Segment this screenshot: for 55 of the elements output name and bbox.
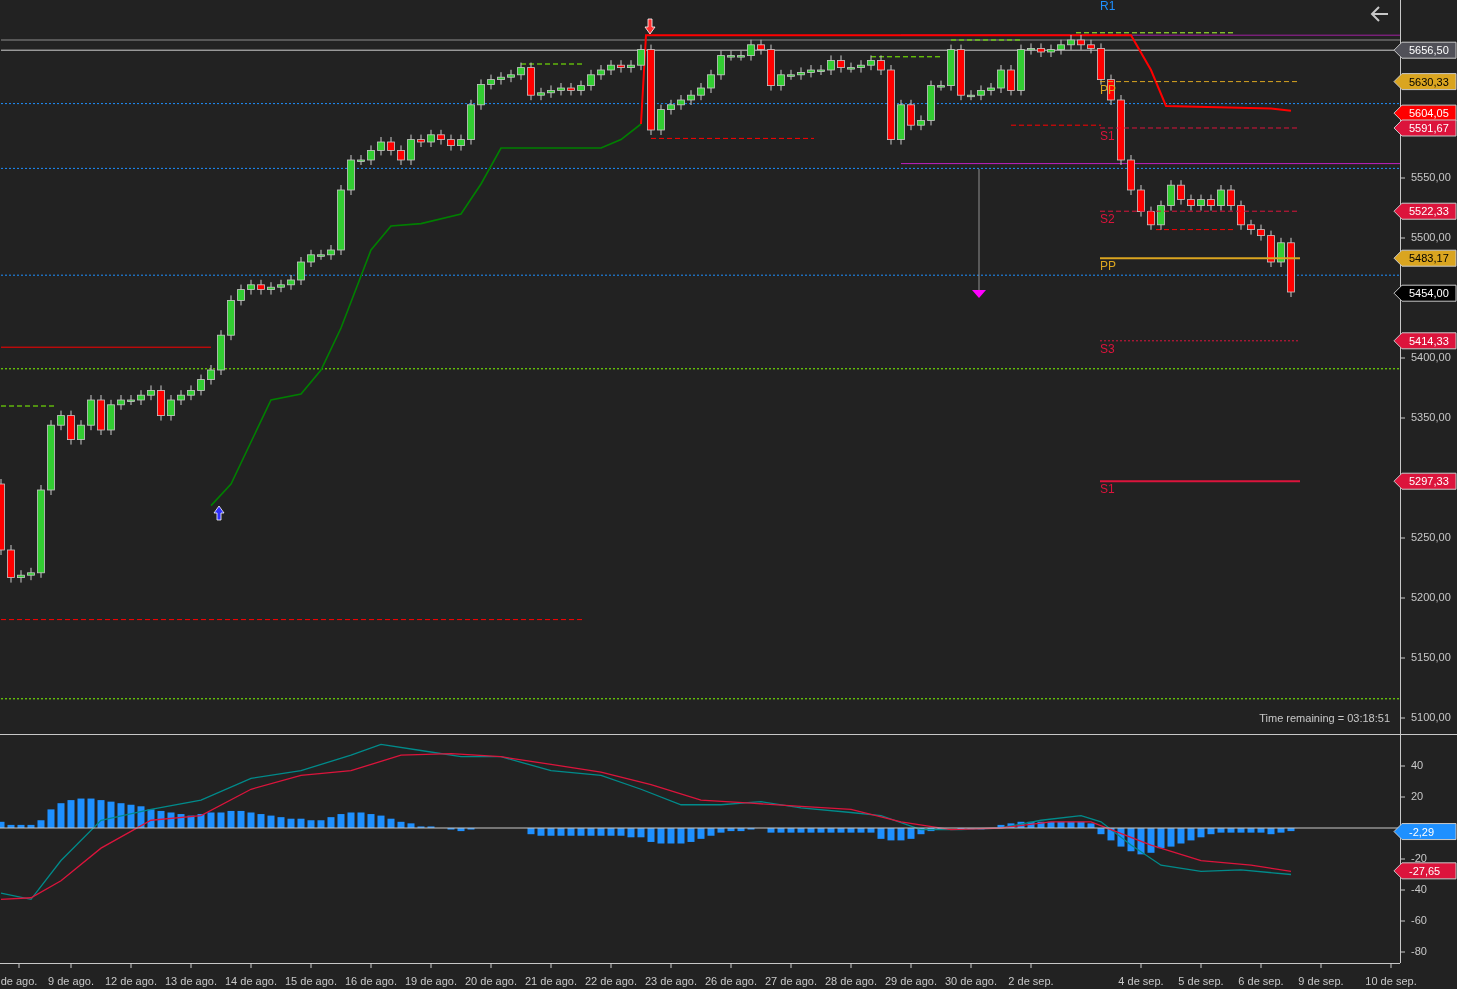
date-label: 4 de sep. [1118,975,1164,987]
axis-label: 5400,00 [1411,351,1451,363]
pivot-label: PP [1100,259,1116,274]
date-label: 16 de ago. [345,975,397,987]
date-label: 20 de ago. [465,975,517,987]
date-label: 9 de sep. [1298,975,1344,987]
date-label: 19 de ago. [405,975,457,987]
axis-label: -60 [1411,914,1427,926]
price-tag: -27,65 [1393,862,1457,880]
date-label: de ago. [0,975,38,987]
axis-label: -40 [1411,883,1427,895]
price-tag: 5414,33 [1393,332,1457,350]
price-tag: -2,29 [1393,823,1457,841]
date-label: 21 de ago. [525,975,577,987]
date-label: 6 de sep. [1238,975,1284,987]
date-label: 15 de ago. [285,975,337,987]
axis-label: 5150,00 [1411,651,1451,663]
axis-label: 5350,00 [1411,411,1451,423]
pivot-label: S1 [1100,482,1115,497]
date-label: 9 de ago. [48,975,94,987]
price-tag: 5483,17 [1393,249,1457,267]
price-tag: 5656,50 [1393,41,1457,59]
price-tag: 5454,00 [1393,284,1457,302]
pivot-label: PP [1100,82,1116,97]
date-label: 5 de sep. [1178,975,1224,987]
time-remaining-text: Time remaining = 03:18:51 [1259,712,1390,724]
date-label: 26 de ago. [705,975,757,987]
date-label: 30 de ago. [945,975,997,987]
pivot-label: S1 [1100,129,1115,143]
date-label: 12 de ago. [105,975,157,987]
date-label: 27 de ago. [765,975,817,987]
axis-label: 5250,00 [1411,531,1451,543]
axis-label: 5100,00 [1411,711,1451,723]
pivot-label: S3 [1100,341,1115,356]
date-label: 23 de ago. [645,975,697,987]
axis-label: 5200,00 [1411,591,1451,603]
price-tag: 5522,33 [1393,202,1457,220]
date-label: 2 de sep. [1008,975,1054,987]
pivot-label: S2 [1100,212,1115,227]
date-label: 29 de ago. [885,975,937,987]
date-label: 14 de ago. [225,975,277,987]
price-tag: 5630,33 [1393,73,1457,91]
axis-label: -80 [1411,945,1427,957]
axis-label: 5550,00 [1411,171,1451,183]
price-tag: 5297,33 [1393,472,1457,490]
price-tag: 5591,67 [1393,119,1457,137]
date-label: 10 de sep. [1365,975,1417,987]
axis-label: 40 [1411,759,1424,771]
date-label: 28 de ago. [825,975,877,987]
axis-label: -20 [1411,852,1427,864]
axis-label: 5500,00 [1411,231,1451,243]
date-label: 22 de ago. [585,975,637,987]
axis-label: 20 [1411,790,1424,802]
date-label: 13 de ago. [165,975,217,987]
pivot-label: R1 [1100,0,1116,13]
